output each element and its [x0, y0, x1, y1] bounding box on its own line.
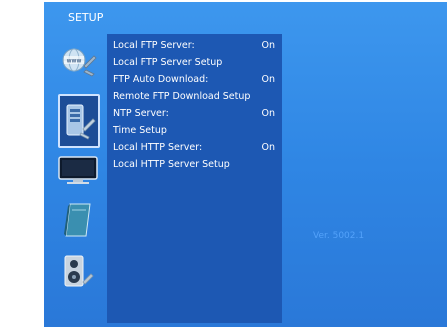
speaker-audio-icon	[64, 255, 94, 287]
menu-item-local-ftp-server[interactable]: Local FTP Server: On	[113, 38, 277, 54]
menu-item-value: On	[261, 74, 276, 85]
menu-item-remote-ftp-download-setup[interactable]: Remote FTP Download Setup	[113, 89, 277, 105]
sidebar-item-audio[interactable]	[56, 252, 100, 292]
menu-item-label: Local HTTP Server:	[113, 142, 203, 153]
version-label: Ver. 5002.1	[313, 231, 365, 241]
sidebar-item-web[interactable]: www	[56, 40, 100, 80]
menu-item-local-ftp-server-setup[interactable]: Local FTP Server Setup	[113, 55, 277, 71]
menu-item-label: Remote FTP Download Setup	[113, 91, 251, 102]
menu-item-label: Time Setup	[113, 125, 167, 136]
menu-item-ntp-server[interactable]: NTP Server: On	[113, 106, 277, 122]
menu-item-label: Local FTP Server Setup	[113, 57, 223, 68]
sidebar-item-network[interactable]	[58, 94, 100, 148]
menu-item-ftp-auto-download[interactable]: FTP Auto Download: On	[113, 72, 277, 88]
setup-menu-panel: Local FTP Server: On Local FTP Server Se…	[107, 34, 282, 323]
manual-book-icon	[64, 203, 91, 237]
sidebar-item-manual[interactable]	[56, 200, 100, 240]
menu-item-time-setup[interactable]: Time Setup	[113, 123, 277, 139]
menu-item-local-http-server-setup[interactable]: Local HTTP Server Setup	[113, 157, 277, 173]
svg-text:www: www	[67, 58, 82, 65]
menu-item-label: Local HTTP Server Setup	[113, 159, 230, 170]
web-globe-icon: www	[62, 48, 97, 77]
screen-title: SETUP	[68, 11, 104, 24]
menu-item-value: On	[261, 40, 276, 51]
display-monitor-icon	[58, 156, 98, 184]
menu-item-local-http-server[interactable]: Local HTTP Server: On	[113, 140, 277, 156]
setup-screen: SETUP www Local FTP Server: On Local FTP…	[44, 2, 447, 327]
menu-item-label: FTP Auto Download:	[113, 74, 209, 85]
menu-item-label: Local FTP Server:	[113, 40, 195, 51]
menu-item-label: NTP Server:	[113, 108, 169, 119]
sidebar-item-display[interactable]	[56, 150, 100, 190]
network-tools-icon	[66, 104, 96, 140]
menu-item-value: On	[261, 142, 276, 153]
menu-item-value: On	[261, 108, 276, 119]
